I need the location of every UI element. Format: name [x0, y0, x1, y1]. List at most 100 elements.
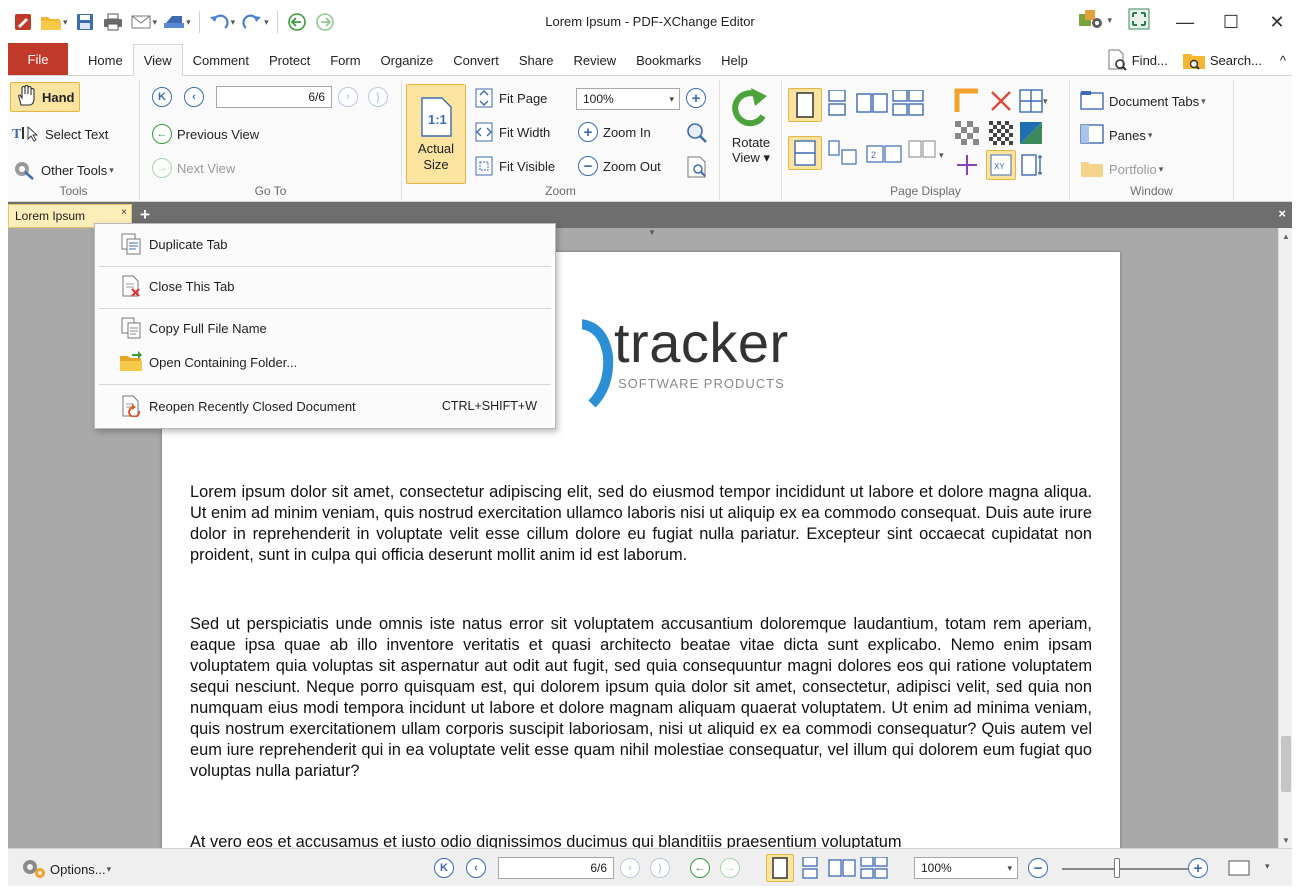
single-page-button[interactable] [788, 88, 822, 122]
settings-gear-icon[interactable] [1078, 9, 1104, 32]
status-continuous-button[interactable] [800, 857, 822, 879]
zoom-level-select[interactable]: 100% ▾ [576, 88, 680, 110]
status-single-page-button[interactable] [766, 854, 794, 882]
document-tabs-button[interactable]: Document Tabs ▾ [1080, 90, 1208, 113]
tab-comment[interactable]: Comment [183, 45, 259, 75]
status-view-mode-button[interactable] [1228, 859, 1250, 877]
last-page-button[interactable]: ⟩ [368, 87, 388, 107]
next-page-button[interactable]: › [338, 87, 358, 107]
menu-item-open-containing-folder[interactable]: Open Containing Folder... [95, 346, 555, 378]
status-previous-view-button[interactable]: ← [690, 858, 710, 878]
first-page-button[interactable]: K [152, 87, 172, 107]
page-number-input[interactable]: 6/6 [216, 86, 332, 108]
continuous-button[interactable] [826, 90, 850, 116]
zoom-tool-button[interactable] [686, 122, 708, 147]
previous-view-button[interactable]: ← Previous View [152, 124, 259, 144]
close-button[interactable]: ✕ [1254, 0, 1300, 44]
hide-cursor-button[interactable] [988, 88, 1014, 114]
tab-form[interactable]: Form [320, 45, 370, 75]
email-dropdown-icon[interactable]: ▾ [153, 17, 158, 28]
print-icon[interactable] [100, 9, 126, 35]
fit-width-button[interactable]: Fit Width [474, 122, 550, 142]
collapse-ribbon-icon[interactable]: ^ [1280, 53, 1286, 68]
status-next-page-button[interactable]: › [620, 858, 640, 878]
tab-bookmarks[interactable]: Bookmarks [626, 45, 711, 75]
panes-button[interactable]: Panes ▾ [1080, 124, 1154, 147]
vertical-scrollbar[interactable]: ▲ ▼ [1278, 228, 1292, 848]
tab-view[interactable]: View [132, 44, 183, 76]
page-layout-button-3[interactable] [908, 140, 938, 166]
status-view-mode-dropdown-icon[interactable]: ▾ [1265, 861, 1270, 872]
other-tools-button[interactable]: Other Tools ▾ [12, 158, 116, 183]
checker-button[interactable] [988, 120, 1014, 146]
status-page-number-input[interactable]: 6/6 [498, 857, 614, 879]
hand-tool-button[interactable]: Hand [10, 82, 80, 112]
fit-visible-button[interactable]: Fit Visible [474, 156, 555, 176]
status-first-page-button[interactable]: K [434, 858, 454, 878]
grid-dropdown-icon[interactable]: ▾ [1043, 96, 1048, 107]
settings-dropdown-icon[interactable]: ▾ [1107, 15, 1112, 26]
forward-arrow-icon[interactable] [312, 9, 338, 35]
zoom-out-button[interactable]: − Zoom Out [578, 156, 661, 176]
crop-marks-button[interactable] [954, 88, 980, 114]
open-folder-icon[interactable] [38, 9, 64, 35]
page-layout-dropdown-icon[interactable]: ▾ [939, 150, 944, 161]
scroll-up-icon[interactable]: ▲ [1279, 228, 1293, 244]
menu-item-close-this-tab[interactable]: Close This Tab [95, 270, 555, 302]
redo-dropdown-icon[interactable]: ▾ [264, 17, 269, 28]
tab-file[interactable]: File [8, 43, 68, 75]
fit-page-button[interactable]: Fit Page [474, 88, 547, 108]
app-logo-icon[interactable] [10, 9, 36, 35]
document-tab-close-icon[interactable]: × [121, 207, 127, 218]
tab-organize[interactable]: Organize [371, 45, 444, 75]
find-button[interactable]: Find... [1106, 49, 1168, 71]
facing-continuous-button[interactable] [892, 90, 924, 116]
save-icon[interactable] [72, 9, 98, 35]
scroll-down-icon[interactable]: ▼ [1279, 832, 1293, 848]
prev-page-button[interactable]: ‹ [184, 87, 204, 107]
options-button[interactable]: Options... ▾ [20, 857, 113, 882]
status-next-view-button[interactable]: → [720, 858, 740, 878]
status-facing-button[interactable] [828, 857, 856, 879]
portfolio-button[interactable]: Portfolio ▾ [1080, 158, 1165, 181]
status-facing-continuous-button[interactable] [860, 857, 888, 879]
rulers-button[interactable] [1020, 152, 1046, 178]
status-prev-page-button[interactable]: ‹ [466, 858, 486, 878]
undo-dropdown-icon[interactable]: ▾ [231, 17, 236, 28]
tab-protect[interactable]: Protect [259, 45, 320, 75]
maximize-button[interactable]: ☐ [1208, 0, 1254, 44]
facing-button[interactable] [856, 90, 888, 116]
page-layout-button-1[interactable] [828, 140, 858, 166]
tab-review[interactable]: Review [564, 45, 627, 75]
tab-convert[interactable]: Convert [443, 45, 509, 75]
status-zoom-in-button[interactable]: + [1188, 858, 1208, 878]
menu-item-duplicate-tab[interactable]: Duplicate Tab [95, 228, 555, 260]
open-dropdown-icon[interactable]: ▾ [63, 17, 68, 28]
coordinates-button[interactable]: XY [986, 150, 1016, 180]
status-zoom-out-button[interactable]: − [1028, 858, 1048, 878]
actual-size-button[interactable]: 1:1 Actual Size [406, 84, 466, 184]
fullscreen-icon[interactable] [1128, 8, 1150, 33]
transparency-button[interactable] [954, 120, 980, 146]
split-view-button[interactable] [788, 136, 822, 170]
menu-item-copy-full-file-name[interactable]: Copy Full File Name [95, 312, 555, 344]
new-tab-icon[interactable]: + [140, 205, 150, 225]
zoom-slider-track[interactable] [1062, 868, 1188, 870]
close-all-tabs-icon[interactable]: × [1278, 206, 1286, 221]
menu-item-reopen-closed-document[interactable]: Reopen Recently Closed Document CTRL+SHI… [95, 390, 555, 422]
status-last-page-button[interactable]: ⟩ [650, 858, 670, 878]
grid-button[interactable] [1018, 88, 1044, 114]
color-button[interactable] [1018, 120, 1044, 146]
back-arrow-icon[interactable] [284, 9, 310, 35]
status-zoom-select[interactable]: 100% ▾ [914, 857, 1018, 879]
search-button[interactable]: Search... [1182, 49, 1262, 71]
zoom-in-button[interactable]: + Zoom In [578, 122, 651, 142]
scroll-thumb[interactable] [1281, 736, 1291, 792]
tab-home[interactable]: Home [78, 45, 133, 75]
zoom-in-small-button[interactable]: + [686, 88, 706, 108]
scan-dropdown-icon[interactable]: ▾ [186, 17, 191, 28]
tab-share[interactable]: Share [509, 45, 564, 75]
scan-icon[interactable] [161, 9, 187, 35]
zoom-document-button[interactable] [686, 156, 708, 181]
next-view-button[interactable]: → Next View [152, 158, 235, 178]
